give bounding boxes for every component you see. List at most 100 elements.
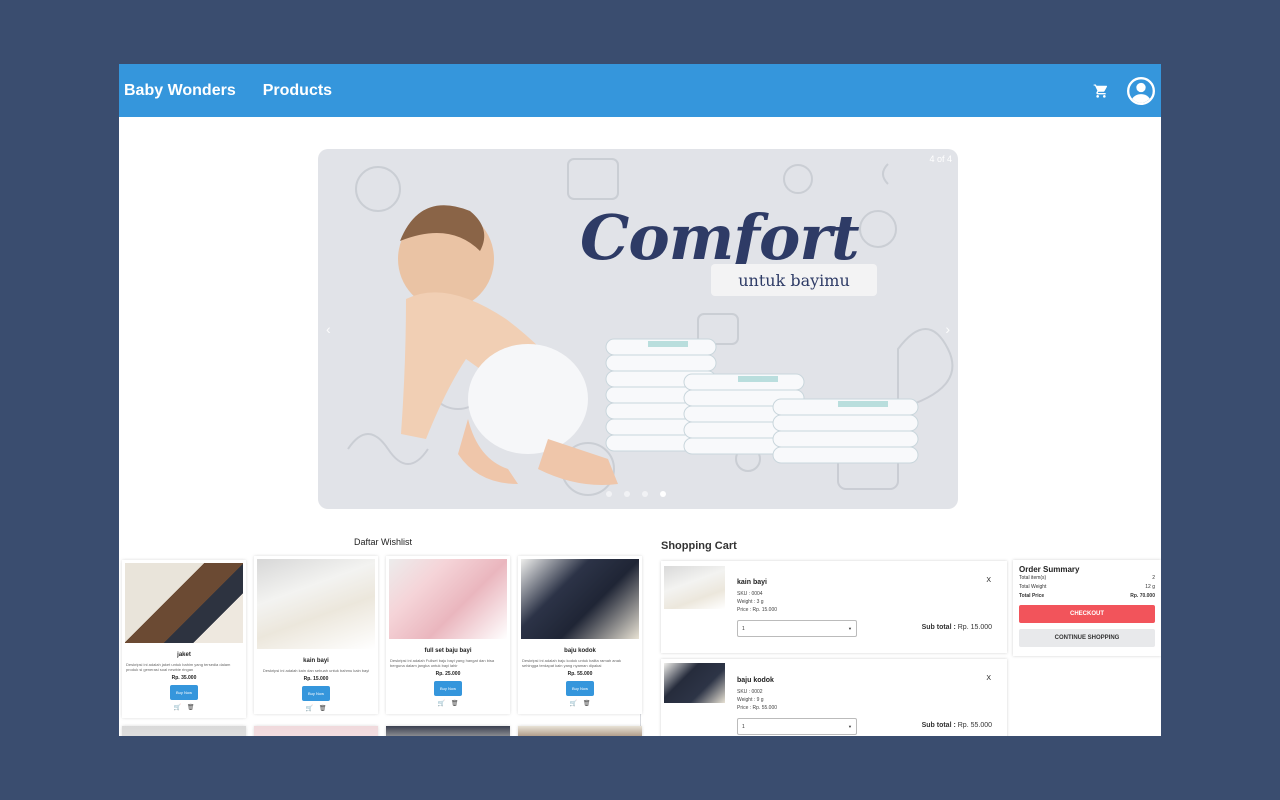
subtotal-value: Rp. 55.000 — [957, 722, 992, 729]
buy-now-label: Buy Now — [571, 686, 588, 691]
wishlist-card — [254, 726, 378, 736]
total-price-value: Rp. 70.000 — [1130, 593, 1155, 599]
cart-item-name: kain bayi — [737, 579, 767, 586]
quantity-value: 1 — [742, 626, 745, 632]
trash-icon[interactable]: 🗑 — [451, 700, 459, 707]
subtotal-value: Rp. 15.000 — [957, 624, 992, 631]
nav-actions — [1093, 76, 1156, 105]
cart-item-meta: SKU : 0002 Weight : 9 g Price : Rp. 55.0… — [737, 688, 777, 712]
wishlist-title: Daftar Wishlist — [354, 537, 413, 547]
wishlist-grid: jaket Deskripsi ini adalah jaket untuk b… — [119, 556, 642, 736]
product-price: Rp. 35.000 — [171, 675, 197, 681]
card-actions: 🛒 🗑 — [518, 700, 642, 707]
app-window: Baby Wonders Products Comfort untuk bayi… — [119, 64, 1161, 736]
carousel-dot-1[interactable] — [606, 491, 612, 497]
remove-item-button[interactable]: X — [986, 577, 991, 584]
buy-now-button[interactable]: Buy Now — [565, 681, 594, 696]
product-description: Deskripsi ini adalah Fullset baju bayi y… — [390, 658, 495, 668]
add-to-cart-icon[interactable]: 🛒 — [173, 704, 180, 711]
buy-now-button[interactable]: Buy Now — [169, 685, 198, 700]
wishlist-card: kain bayi Deskripsi ini adalah kain dan … — [254, 556, 378, 714]
add-to-cart-icon[interactable]: 🛒 — [437, 700, 444, 707]
trash-icon[interactable]: 🗑 — [187, 704, 195, 711]
product-description: Deskripsi ini adalah baju kodok untuk ba… — [522, 658, 621, 668]
cart-title: Shopping Cart — [661, 540, 737, 552]
carousel-dot-4[interactable] — [660, 491, 666, 497]
total-weight-value: 12 g — [1145, 584, 1155, 590]
order-summary-title: Order Summary — [1019, 565, 1080, 574]
total-price-row: Total Price Rp. 70.000 — [1019, 592, 1155, 601]
buy-now-label: Buy Now — [439, 686, 456, 691]
continue-shopping-button[interactable]: CONTINUE SHOPPING — [1019, 629, 1155, 647]
cart-item-weight: Weight : 9 g — [737, 697, 764, 703]
product-description: Deskripsi ini adalah jaket untuk bahim y… — [126, 662, 231, 672]
wishlist-card — [518, 726, 642, 736]
product-image — [389, 559, 507, 639]
wishlist-card — [386, 726, 510, 736]
order-summary: Order Summary Total item(s) 2 Total Weigh… — [1013, 560, 1161, 656]
chevron-down-icon: ▼ — [848, 724, 852, 729]
cart-item-image — [664, 663, 725, 703]
subtotal-label: Sub total : — [921, 624, 956, 631]
cart-item-subtotal: Sub total : Rp. 15.000 — [922, 624, 992, 631]
quantity-select[interactable]: 1 ▼ — [737, 718, 857, 735]
slide-counter: 4 of 4 — [929, 154, 952, 164]
cart-item-image — [664, 566, 725, 609]
product-price: Rp. 25.000 — [435, 671, 461, 677]
product-image — [521, 559, 639, 639]
trash-icon[interactable]: 🗑 — [583, 700, 591, 707]
wishlist-card: full set baju bayi Deskripsi ini adalah … — [386, 556, 510, 714]
subtotal-label: Sub total : — [921, 722, 956, 729]
cart-item-subtotal: Sub total : Rp. 55.000 — [922, 722, 992, 729]
cart-icon[interactable] — [1093, 83, 1109, 99]
product-description: Deskripsi ini adalah kain dan sebuah unt… — [262, 668, 370, 673]
carousel-dot-2[interactable] — [624, 491, 630, 497]
buy-now-label: Buy Now — [307, 691, 324, 696]
card-actions: 🛒 🗑 — [122, 704, 246, 711]
hero-carousel[interactable]: Comfort untuk bayimu 4 of 4 ‹ › — [318, 149, 958, 509]
wishlist-card — [122, 726, 246, 736]
wishlist-card: jaket Deskripsi ini adalah jaket untuk b… — [122, 560, 246, 718]
cart-item: baju kodok SKU : 0002 Weight : 9 g Price… — [661, 659, 1007, 736]
wishlist-card: baju kodok Deskripsi ini adalah baju kod… — [518, 556, 642, 714]
buy-now-button[interactable]: Buy Now — [301, 686, 330, 701]
product-image — [257, 559, 375, 649]
total-weight-label: Total Weight — [1019, 584, 1047, 590]
cart-item-sku: SKU : 0002 — [737, 689, 763, 695]
total-items-row: Total item(s) 2 — [1019, 574, 1155, 583]
add-to-cart-icon[interactable]: 🛒 — [569, 700, 576, 707]
card-actions: 🛒 🗑 — [254, 705, 378, 712]
quantity-select[interactable]: 1 ▼ — [737, 620, 857, 637]
remove-item-button[interactable]: X — [986, 675, 991, 682]
carousel-dot-3[interactable] — [642, 491, 648, 497]
checkout-button[interactable]: CHECKOUT — [1019, 605, 1155, 623]
buy-now-button[interactable]: Buy Now — [433, 681, 462, 696]
brand-logo[interactable]: Baby Wonders — [124, 82, 236, 100]
cart-item-weight: Weight : 3 g — [737, 599, 764, 605]
cart-item-meta: SKU : 0004 Weight : 3 g Price : Rp. 15.0… — [737, 590, 777, 614]
cart-item-name: baju kodok — [737, 677, 774, 684]
trash-icon[interactable]: 🗑 — [319, 705, 327, 712]
buy-now-label: Buy Now — [175, 690, 192, 695]
carousel-dots — [606, 491, 666, 497]
nav-products-link[interactable]: Products — [263, 82, 332, 100]
cart-item-sku: SKU : 0004 — [737, 591, 763, 597]
quantity-value: 1 — [742, 724, 745, 730]
product-name: jaket — [177, 652, 191, 658]
card-actions: 🛒 🗑 — [386, 700, 510, 707]
product-name: baju kodok — [564, 648, 596, 654]
product-name: kain bayi — [303, 658, 329, 664]
add-to-cart-icon[interactable]: 🛒 — [305, 705, 312, 712]
hero-subtitle: untuk bayimu — [711, 264, 877, 296]
carousel-next-button[interactable]: › — [945, 321, 950, 337]
navbar: Baby Wonders Products — [119, 64, 1161, 117]
total-weight-row: Total Weight 12 g — [1019, 583, 1155, 592]
product-image — [125, 563, 243, 643]
product-name: full set baju bayi — [424, 648, 472, 654]
carousel-prev-button[interactable]: ‹ — [326, 321, 331, 337]
chevron-down-icon: ▼ — [848, 626, 852, 631]
total-items-label: Total item(s) — [1019, 575, 1047, 581]
product-price: Rp. 55.000 — [567, 671, 593, 677]
product-price: Rp. 15.000 — [303, 676, 329, 682]
account-circle-icon[interactable] — [1127, 76, 1155, 105]
